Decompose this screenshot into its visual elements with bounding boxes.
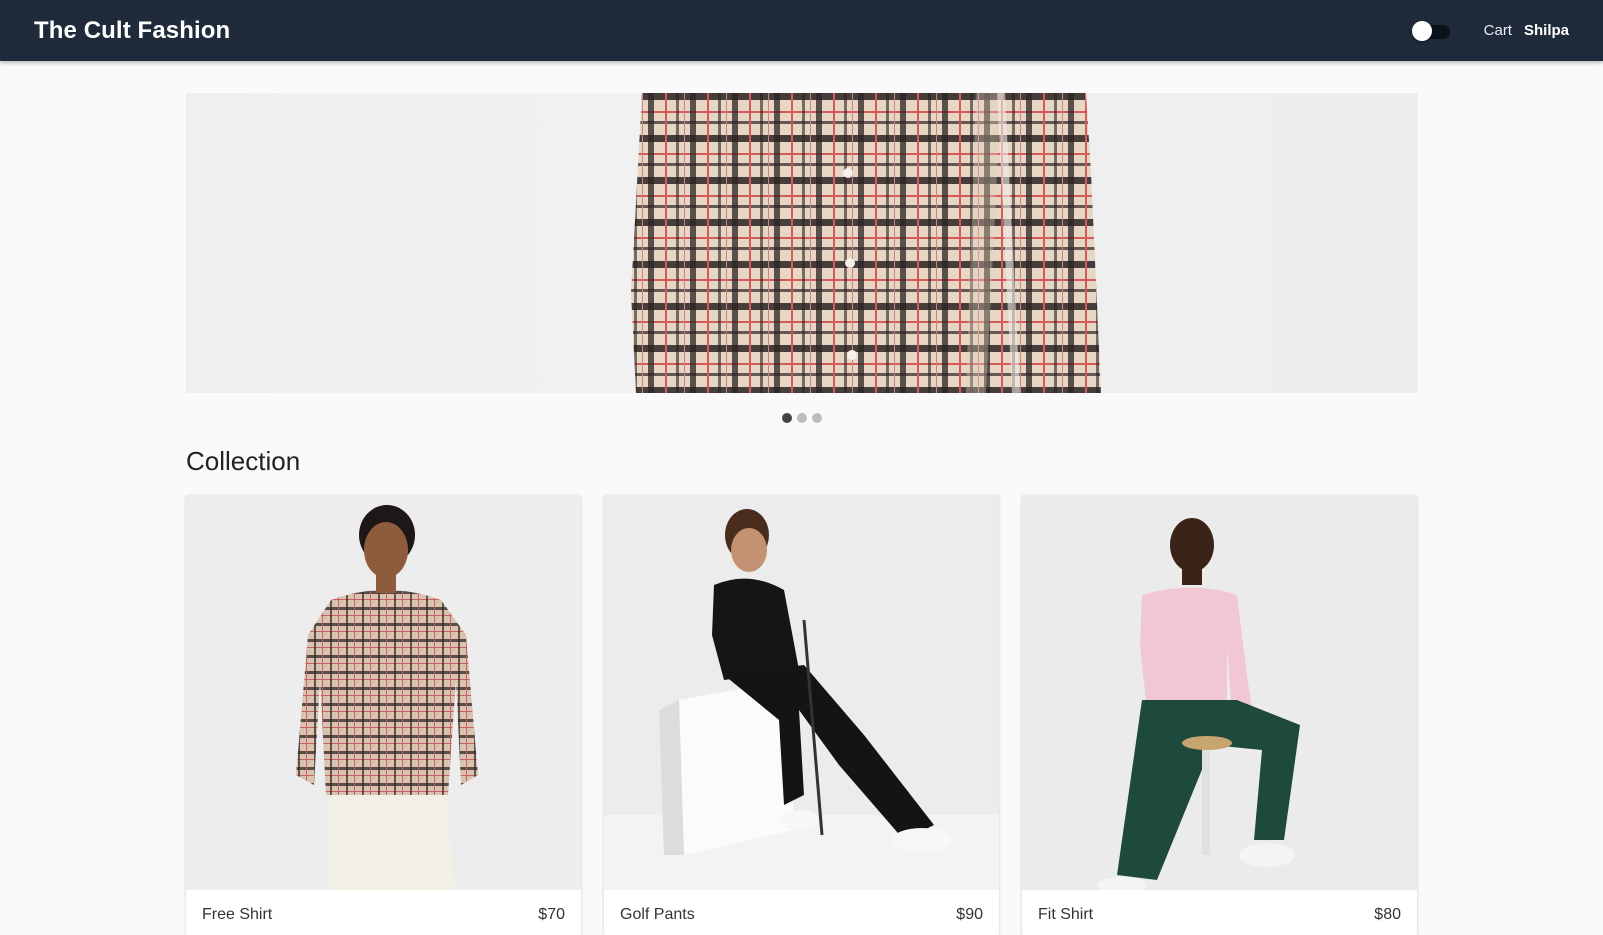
product-card[interactable]: Fit Shirt $80: [1022, 495, 1417, 935]
product-price: $70: [538, 906, 565, 923]
carousel-dot-1[interactable]: [781, 413, 792, 423]
site-title[interactable]: The Cult Fashion: [34, 17, 1412, 45]
product-grid: Free Shirt $70 Golf Pants $90 Fit Shirt …: [186, 495, 1418, 935]
hero-image-plaid-shirt: [631, 93, 1101, 393]
product-image-plaid-shirt: [186, 495, 581, 890]
cart-link[interactable]: Cart: [1484, 22, 1512, 39]
product-price: $90: [956, 906, 983, 923]
collection-title: Collection: [186, 446, 301, 476]
theme-toggle-thumb: [1411, 20, 1432, 41]
product-name: Fit Shirt: [1038, 906, 1094, 923]
product-image-pink-shirt: [1022, 495, 1417, 890]
product-card[interactable]: Golf Pants $90: [604, 495, 999, 935]
hero-carousel[interactable]: [186, 93, 1418, 393]
product-card[interactable]: Free Shirt $70: [186, 495, 581, 935]
carousel-indicators: [0, 413, 1603, 423]
product-name: Golf Pants: [620, 906, 695, 923]
theme-toggle[interactable]: [1411, 20, 1450, 41]
product-name: Free Shirt: [202, 906, 273, 923]
user-menu-link[interactable]: Shilpa: [1524, 22, 1569, 39]
product-image-golf-outfit: [604, 495, 999, 890]
carousel-dot-2[interactable]: [796, 413, 807, 423]
product-price: $80: [1374, 906, 1401, 923]
carousel-dot-3[interactable]: [811, 413, 822, 423]
app-bar: The Cult Fashion Cart Shilpa: [0, 0, 1603, 61]
